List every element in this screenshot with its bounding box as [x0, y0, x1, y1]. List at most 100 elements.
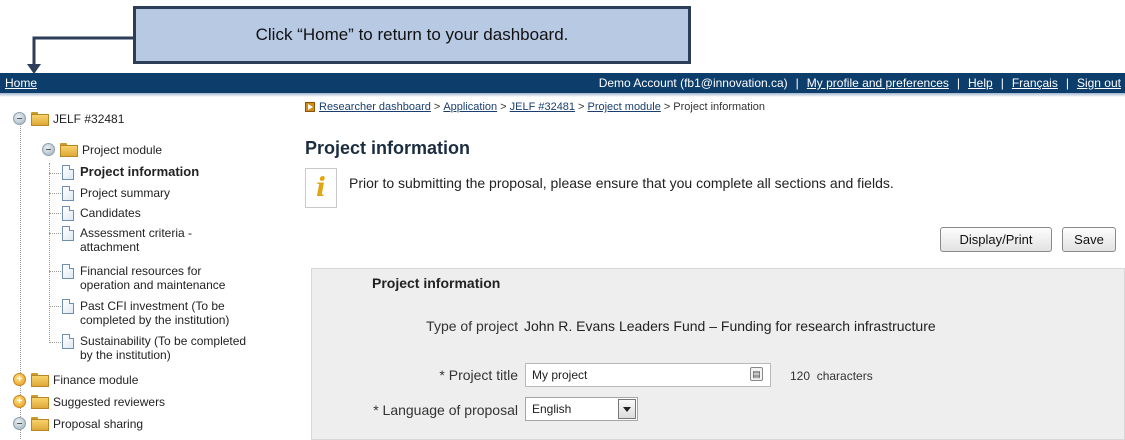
profile-link[interactable]: My profile and preferences: [807, 76, 949, 90]
label-line: Past CFI investment (To be: [80, 299, 225, 313]
label-line: operation and maintenance: [80, 278, 226, 292]
chevron-down-icon[interactable]: [618, 399, 636, 419]
tree-line: [49, 193, 61, 194]
breadcrumb-separator: >: [433, 101, 441, 113]
character-count: 120: [790, 369, 811, 383]
breadcrumb-project-module[interactable]: Project module: [587, 101, 660, 113]
francais-link[interactable]: Français: [1012, 76, 1058, 90]
folder-open-icon: [60, 143, 78, 157]
page-icon: [62, 299, 74, 314]
spellcheck-icon[interactable]: ▤: [750, 367, 763, 381]
tree-project-module[interactable]: – Project module: [42, 143, 162, 157]
tree-item-label: Financial resources for operation and ma…: [80, 264, 225, 292]
tree-node-label: Proposal sharing: [53, 417, 144, 431]
breadcrumb-jelf[interactable]: JELF #32481: [510, 101, 575, 113]
tree-finance-module[interactable]: + Finance module: [13, 373, 138, 387]
separator: |: [1000, 76, 1004, 90]
breadcrumb-application[interactable]: Application: [443, 101, 497, 113]
tree-node-label: Suggested reviewers: [53, 395, 166, 409]
label-line: Financial resources for: [80, 264, 202, 278]
tree-line: [49, 213, 61, 214]
save-button[interactable]: Save: [1062, 227, 1116, 252]
label-line: Sustainability (To be completed: [80, 334, 247, 348]
tree-line: [49, 306, 61, 307]
tree-item-sustainability[interactable]: Sustainability (To be completed by the i…: [62, 334, 246, 362]
tree-node-label: Finance module: [53, 373, 139, 387]
character-unit: characters: [816, 369, 873, 383]
breadcrumb-current: Project information: [673, 101, 766, 113]
language-label: * Language of proposal: [373, 402, 518, 418]
language-selected-value: English: [532, 402, 572, 416]
account-label: Demo Account (fb1@innovation.ca): [598, 76, 788, 90]
tree-item-candidates[interactable]: Candidates: [62, 206, 141, 221]
type-of-project-label: Type of project: [426, 318, 518, 334]
page-icon: [62, 226, 74, 241]
tree-item-label: Past CFI investment (To be completed by …: [80, 299, 229, 327]
folder-icon: [31, 395, 49, 409]
tree-item-assessment-criteria[interactable]: Assessment criteria - attachment: [62, 226, 192, 254]
tree-item-past-cfi[interactable]: Past CFI investment (To be completed by …: [62, 299, 229, 327]
folder-open-icon: [31, 417, 49, 431]
page-icon: [62, 186, 74, 201]
callout-text: Click “Home” to return to your dashboard…: [255, 25, 569, 44]
collapse-icon[interactable]: –: [42, 143, 55, 156]
tree-root[interactable]: – JELF #32481: [13, 112, 124, 126]
tree-item-label: Assessment criteria - attachment: [80, 226, 192, 254]
home-link[interactable]: Home: [5, 76, 37, 90]
separator: |: [956, 76, 960, 90]
breadcrumb-separator: >: [500, 101, 507, 113]
tree-line: [49, 233, 61, 234]
account-links: Demo Account (fb1@innovation.ca) | My pr…: [599, 76, 1121, 90]
label-line: attachment: [80, 240, 140, 254]
label-line: completed by the institution): [80, 313, 230, 327]
breadcrumb-separator: >: [663, 101, 671, 113]
separator: |: [795, 76, 799, 90]
info-icon: i: [305, 168, 337, 208]
tree-node-label: Project module: [82, 143, 163, 157]
panel-title: Project information: [372, 275, 501, 291]
label-line: Assessment criteria -: [80, 226, 193, 240]
tree-proposal-sharing[interactable]: – Proposal sharing: [13, 417, 143, 431]
folder-icon: [31, 373, 49, 387]
sign-out-link[interactable]: Sign out: [1077, 76, 1121, 90]
top-navigation-bar: Home Demo Account (fb1@innovation.ca) | …: [0, 73, 1125, 93]
page-icon: [62, 165, 74, 180]
language-select[interactable]: English: [525, 397, 638, 421]
breadcrumb-play-icon: [305, 102, 315, 112]
expand-icon[interactable]: +: [13, 373, 26, 386]
breadcrumb-separator: >: [578, 101, 585, 113]
tree-root-label: JELF #32481: [53, 112, 125, 126]
page-icon: [62, 334, 74, 349]
label-line: by the institution): [80, 348, 171, 362]
tree-line: [49, 163, 50, 343]
tree-item-label: Candidates: [80, 206, 141, 220]
tree-line: [20, 123, 21, 440]
type-of-project-value: John R. Evans Leaders Fund – Funding for…: [524, 318, 936, 334]
info-message: Prior to submitting the proposal, please…: [349, 175, 894, 191]
breadcrumb: Researcher dashboard > Application > JEL…: [305, 101, 765, 113]
tree-item-label: Project information: [80, 164, 200, 179]
tree-item-label: Project summary: [80, 186, 171, 200]
tree-item-financial-resources[interactable]: Financial resources for operation and ma…: [62, 264, 225, 292]
tree-item-project-summary[interactable]: Project summary: [62, 186, 170, 201]
collapse-icon[interactable]: –: [13, 417, 26, 430]
expand-icon[interactable]: +: [13, 395, 26, 408]
help-link[interactable]: Help: [968, 76, 993, 90]
instruction-callout: Click “Home” to return to your dashboard…: [133, 6, 691, 64]
page-icon: [62, 264, 74, 279]
tree-item-label: Sustainability (To be completed by the i…: [80, 334, 246, 362]
navigation-tree: – JELF #32481 – Project module Project i…: [0, 97, 290, 440]
breadcrumb-researcher-dashboard[interactable]: Researcher dashboard: [319, 101, 431, 113]
page-icon: [62, 206, 74, 221]
page-title: Project information: [305, 138, 471, 158]
collapse-icon[interactable]: –: [13, 112, 26, 125]
tree-suggested-reviewers[interactable]: + Suggested reviewers: [13, 395, 165, 409]
tree-item-project-information[interactable]: Project information: [62, 165, 199, 180]
display-print-button[interactable]: Display/Print: [940, 227, 1052, 252]
character-counter: 120 characters: [790, 369, 873, 383]
tree-line: [49, 342, 61, 343]
separator: |: [1065, 76, 1069, 90]
folder-open-icon: [31, 112, 49, 126]
project-title-input[interactable]: My project: [525, 363, 771, 387]
tree-line: [49, 173, 61, 174]
